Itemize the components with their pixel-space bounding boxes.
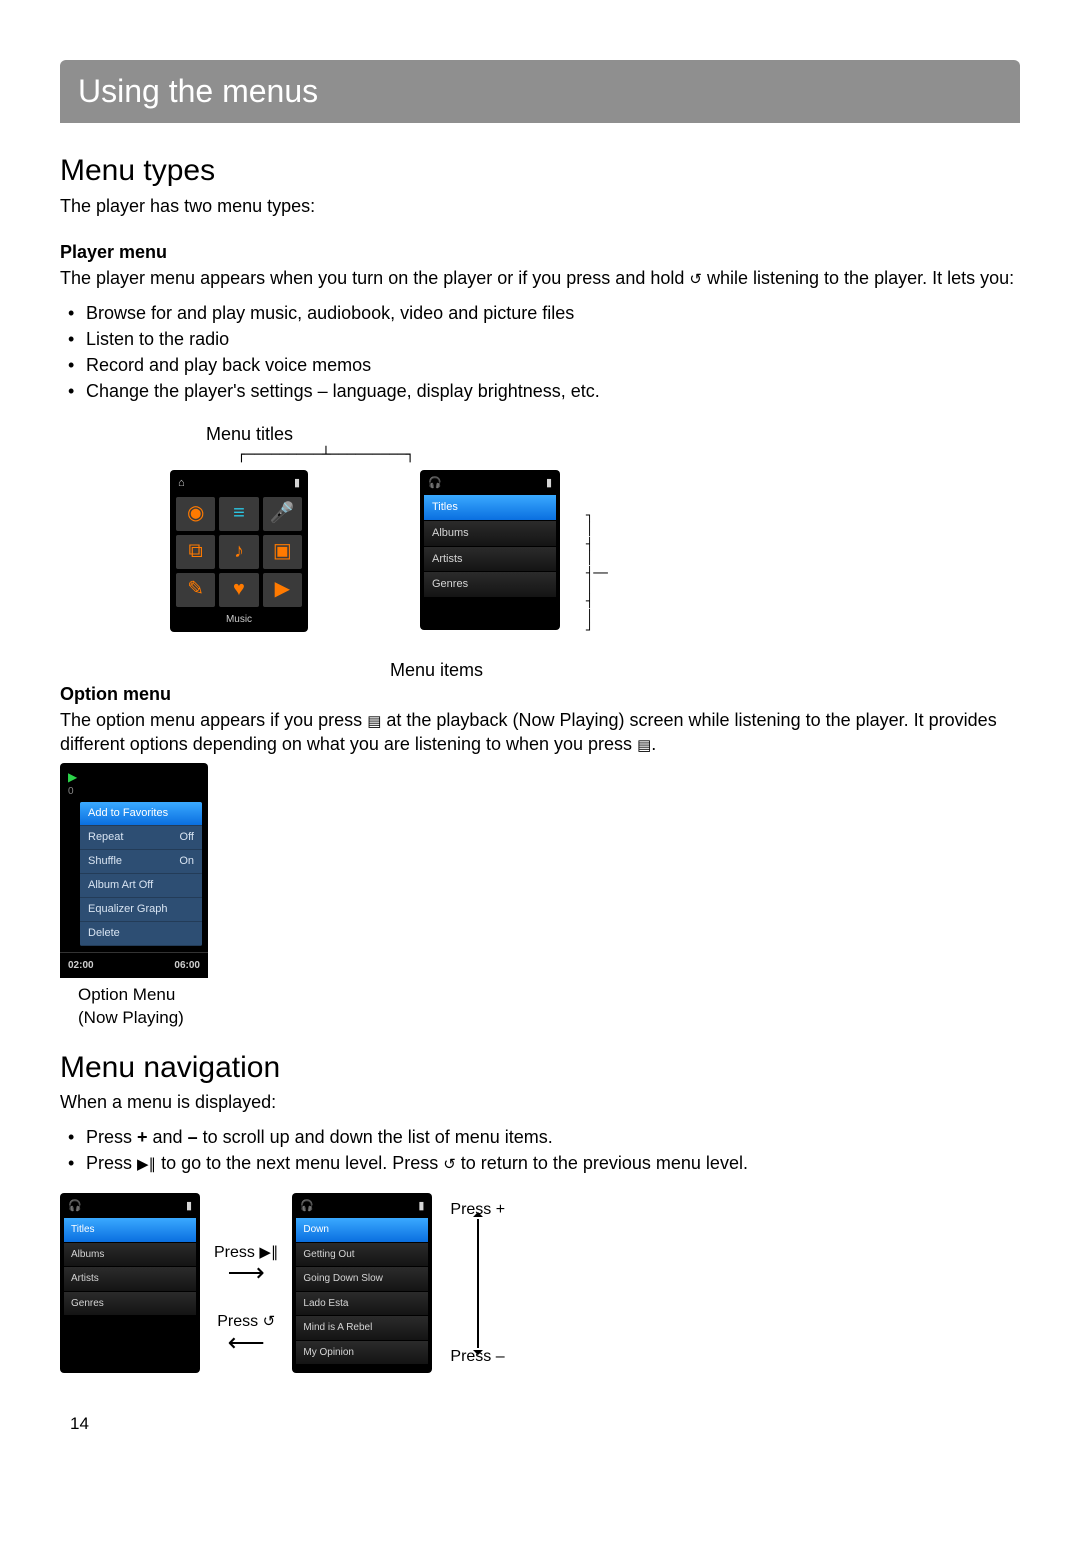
scroll-indicator: Press + Press – bbox=[446, 1199, 509, 1367]
navigation-bullets: Press + and – to scroll up and down the … bbox=[60, 1125, 1020, 1176]
figure-navigation: 🎧 ▮ Titles Albums Artists Genres Press ▶… bbox=[60, 1193, 1020, 1373]
option-menu-paragraph: The option menu appears if you press ▤ a… bbox=[60, 708, 1020, 757]
menu-icon: ▤ bbox=[367, 714, 381, 729]
grid-icon: ⧉ bbox=[176, 535, 215, 569]
battery-icon: ▮ bbox=[186, 1199, 192, 1214]
bullet-item: Press ▶∥ to go to the next menu level. P… bbox=[86, 1151, 1020, 1175]
back-icon: ↺ bbox=[689, 272, 702, 287]
bullet-item: Change the player's settings – language,… bbox=[86, 379, 1020, 403]
player-menu-bullets: Browse for and play music, audiobook, vi… bbox=[60, 301, 1020, 404]
player-menu-paragraph: The player menu appears when you turn on… bbox=[60, 266, 1020, 290]
bracket-right: ┐ │ ┤ │ ┤── │ ┤ │ ┘ bbox=[586, 470, 608, 638]
grid-icon: ≡ bbox=[219, 497, 258, 531]
list-row: My Opinion bbox=[296, 1341, 428, 1366]
bullet-item: Record and play back voice memos bbox=[86, 353, 1020, 377]
option-row: Album Art Off bbox=[80, 874, 202, 898]
section-menu-types-heading: Menu types bbox=[60, 151, 1020, 192]
nav-arrows: Press ▶∥ ⟶ Press ↺ ⟵ bbox=[214, 1193, 278, 1373]
option-row: RepeatOff bbox=[80, 826, 202, 850]
time-total: 06:00 bbox=[174, 959, 200, 973]
playpause-icon: ▶∥ bbox=[137, 1157, 156, 1172]
option-row: Add to Favorites bbox=[80, 802, 202, 826]
device-nav-left: 🎧 ▮ Titles Albums Artists Genres bbox=[60, 1193, 200, 1373]
headphones-icon: 🎧 bbox=[428, 476, 442, 491]
list-row: Titles bbox=[64, 1218, 196, 1243]
battery-icon: ▮ bbox=[418, 1199, 424, 1214]
list-row: Titles bbox=[424, 495, 556, 521]
arrow-right-icon: ⟶ bbox=[228, 1259, 265, 1285]
arrow-left-icon: ⟵ bbox=[228, 1329, 265, 1355]
device-nav-right: 🎧 ▮ Down Getting Out Going Down Slow Lad… bbox=[292, 1193, 432, 1373]
battery-icon: ▮ bbox=[546, 476, 552, 491]
vertical-arrow-icon bbox=[477, 1219, 479, 1348]
bracket-top: ┌─────────┴─────────┐ bbox=[170, 448, 414, 462]
option-menu-title: Option menu bbox=[60, 682, 1020, 706]
device-list-menu: 🎧 ▮ Titles Albums Artists Genres bbox=[420, 470, 560, 630]
list-row: Albums bbox=[64, 1243, 196, 1268]
option-row: Delete bbox=[80, 922, 202, 946]
grid-icon: 🎤 bbox=[263, 497, 302, 531]
list-row: Artists bbox=[424, 547, 556, 573]
back-icon: ↺ bbox=[443, 1157, 456, 1172]
time-elapsed: 02:00 bbox=[68, 959, 94, 973]
label-menu-items: Menu items bbox=[390, 658, 483, 682]
device-home-grid: ⌂ ▮ ◉ ≡ 🎤 ⧉ ♪ ▣ ✎ ♥ ▶ Music bbox=[170, 470, 308, 632]
page-header-bar: Using the menus bbox=[60, 60, 1020, 123]
player-menu-title: Player menu bbox=[60, 240, 1020, 264]
headphones-icon: 🎧 bbox=[300, 1199, 314, 1214]
grid-icon: ▶ bbox=[263, 573, 302, 607]
label-menu-titles: Menu titles bbox=[170, 422, 293, 446]
bullet-item: Browse for and play music, audiobook, vi… bbox=[86, 301, 1020, 325]
section-menu-navigation-intro: When a menu is displayed: bbox=[60, 1090, 1020, 1114]
option-row: Equalizer Graph bbox=[80, 898, 202, 922]
battery-icon: ▮ bbox=[294, 476, 300, 491]
list-row: Albums bbox=[424, 521, 556, 547]
list-row: Artists bbox=[64, 1267, 196, 1292]
grid-icon: ♪ bbox=[219, 535, 258, 569]
grid-icon: ◉ bbox=[176, 497, 215, 531]
menu-icon: ▤ bbox=[637, 738, 651, 753]
bullet-item: Press + and – to scroll up and down the … bbox=[86, 1125, 1020, 1149]
option-row: ShuffleOn bbox=[80, 850, 202, 874]
list-row: Genres bbox=[64, 1292, 196, 1317]
grid-icon: ✎ bbox=[176, 573, 215, 607]
option-menu-caption: Option Menu (Now Playing) bbox=[78, 984, 1020, 1030]
grid-icon: ▣ bbox=[263, 535, 302, 569]
headphones-icon: 🎧 bbox=[68, 1199, 82, 1214]
figure-menu-titles: Menu titles ┌─────────┴─────────┐ ⌂ ▮ ◉ … bbox=[170, 422, 1020, 682]
device-caption: Music bbox=[174, 611, 304, 627]
bullet-item: Listen to the radio bbox=[86, 327, 1020, 351]
list-row: Lado Esta bbox=[296, 1292, 428, 1317]
list-row: Genres bbox=[424, 572, 556, 598]
page-title: Using the menus bbox=[78, 73, 318, 109]
section-menu-navigation-heading: Menu navigation bbox=[60, 1048, 1020, 1089]
home-icon: ⌂ bbox=[178, 476, 185, 491]
play-icon: ▶ bbox=[60, 769, 208, 785]
section-menu-types-intro: The player has two menu types: bbox=[60, 194, 1020, 218]
list-row: Mind is A Rebel bbox=[296, 1316, 428, 1341]
grid-icon: ♥ bbox=[219, 573, 258, 607]
list-row: Going Down Slow bbox=[296, 1267, 428, 1292]
page-number: 14 bbox=[60, 1413, 1020, 1436]
device-option-menu: ▶ 0 Add to Favorites RepeatOff ShuffleOn… bbox=[60, 763, 208, 978]
list-row: Down bbox=[296, 1218, 428, 1243]
list-row: Getting Out bbox=[296, 1243, 428, 1268]
